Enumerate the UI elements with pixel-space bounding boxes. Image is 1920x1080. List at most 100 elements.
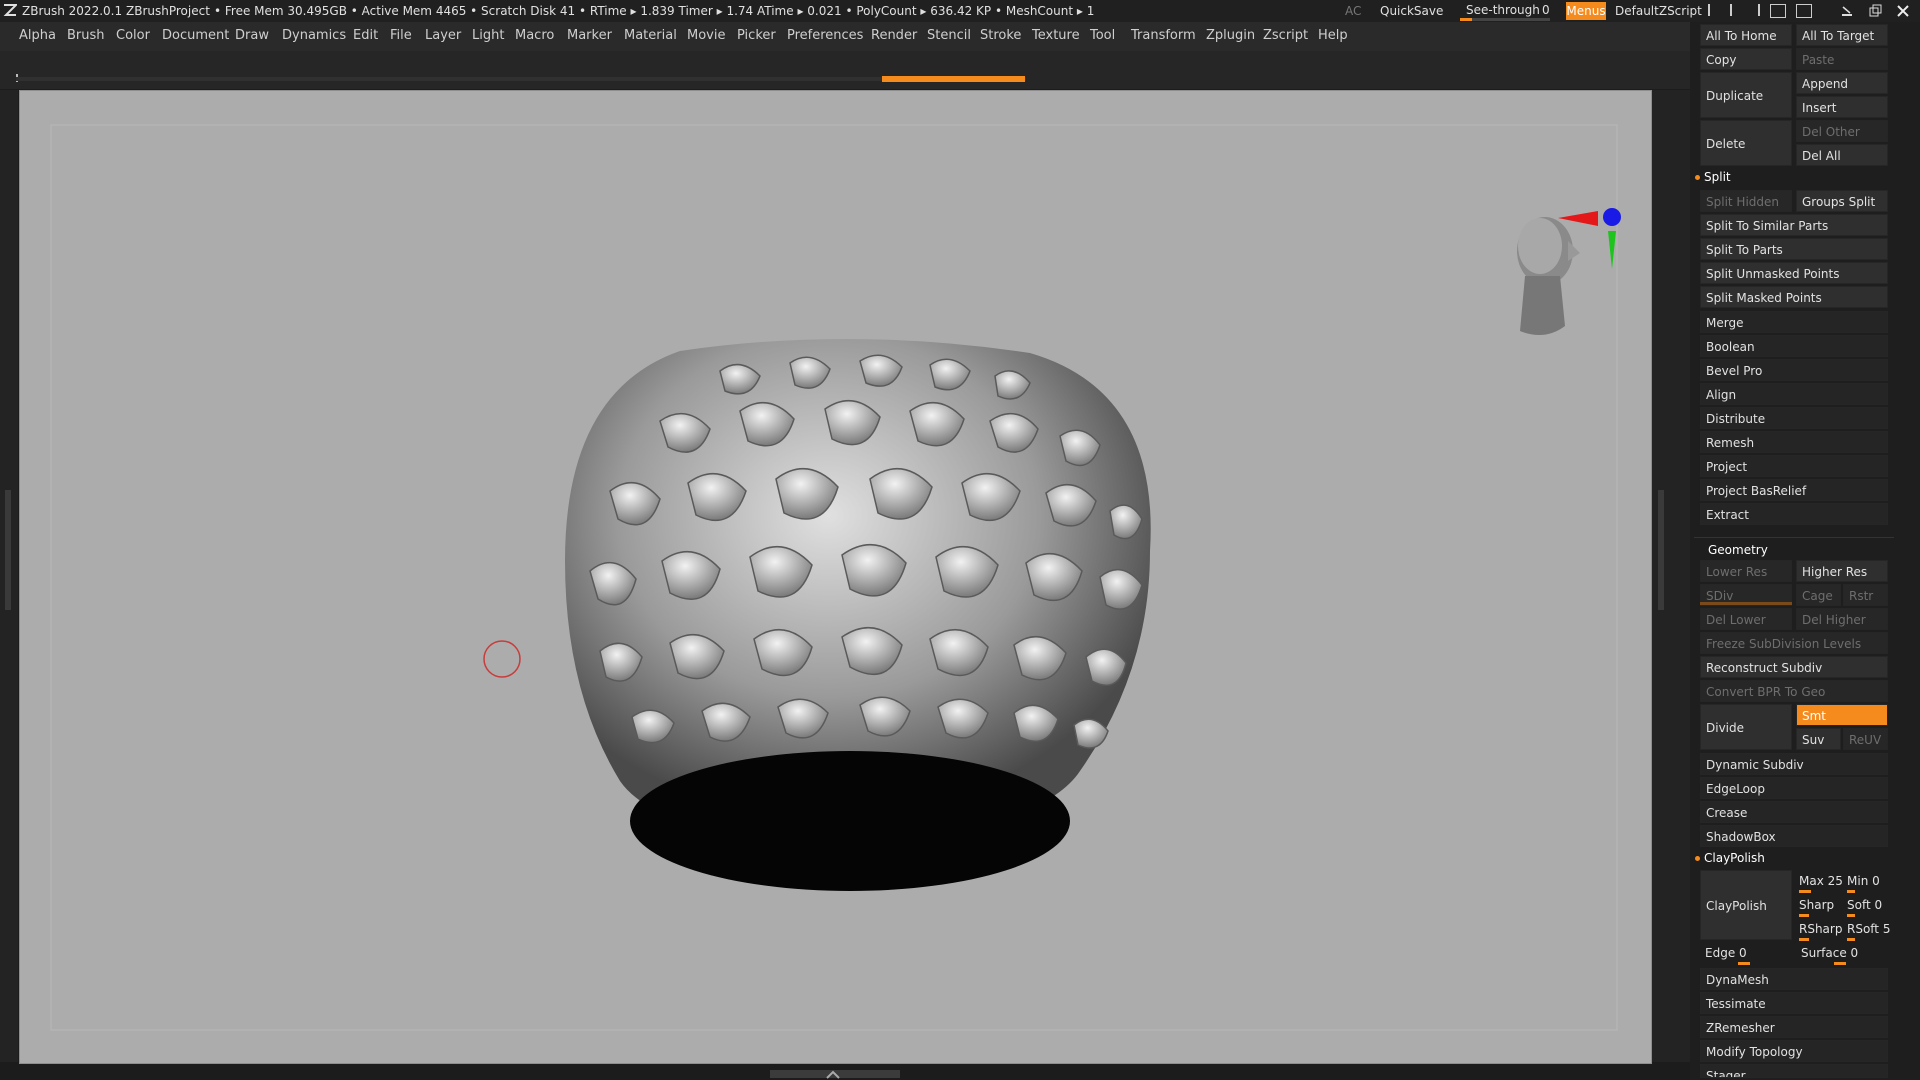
menu-movie[interactable]: Movie [687, 28, 725, 43]
layout-left-icon[interactable] [1708, 4, 1732, 16]
shadowbox-section[interactable]: ShadowBox [1700, 825, 1888, 847]
menu-render[interactable]: Render [871, 28, 917, 43]
sculpt-model[interactable] [20, 91, 1651, 1063]
freeze-subdiv-button[interactable]: Freeze SubDivision Levels [1700, 632, 1888, 654]
menu-zscript[interactable]: Zscript [1263, 28, 1308, 43]
ac-label[interactable]: AC [1345, 4, 1361, 18]
right-tray-handle[interactable] [1658, 490, 1664, 610]
remesh-section[interactable]: Remesh [1700, 431, 1888, 453]
all-to-home-button[interactable]: All To Home [1700, 24, 1792, 46]
split-unmasked-button[interactable]: Split Unmasked Points [1700, 262, 1888, 284]
convert-bpr-button[interactable]: Convert BPR To Geo [1700, 680, 1888, 702]
max-slider[interactable]: Max 25 [1794, 870, 1842, 892]
project-section[interactable]: Project [1700, 455, 1888, 477]
menu-color[interactable]: Color [116, 28, 150, 43]
shelf-tab-bar[interactable] [16, 77, 1026, 81]
min-slider[interactable]: Min 0 [1842, 870, 1890, 892]
menu-draw[interactable]: Draw [235, 28, 269, 43]
boolean-section[interactable]: Boolean [1700, 335, 1888, 357]
layout-right-icon[interactable] [1738, 4, 1760, 16]
zremesher-section[interactable]: ZRemesher [1700, 1016, 1888, 1038]
crease-section[interactable]: Crease [1700, 801, 1888, 823]
document-canvas[interactable] [19, 90, 1652, 1064]
reconstruct-subdiv-button[interactable]: Reconstruct Subdiv [1700, 656, 1888, 678]
shelf-tab-active[interactable] [882, 76, 1025, 82]
menu-material[interactable]: Material [624, 28, 677, 43]
left-tray-handle[interactable] [5, 490, 11, 610]
geometry-header[interactable]: Geometry [1708, 543, 1768, 557]
rsoft-slider[interactable]: RSoft 5 [1842, 918, 1890, 940]
sharp-slider[interactable]: Sharp [1794, 894, 1842, 916]
del-other-button[interactable]: Del Other [1796, 120, 1888, 142]
chevron-updown-icon[interactable] [825, 1070, 845, 1080]
menu-preferences[interactable]: Preferences [787, 28, 863, 43]
menu-transform[interactable]: Transform [1131, 28, 1196, 43]
menu-light[interactable]: Light [472, 28, 504, 43]
project-basrelief-section[interactable]: Project BasRelief [1700, 479, 1888, 501]
all-to-target-button[interactable]: All To Target [1796, 24, 1888, 46]
minimize-icon[interactable] [1840, 4, 1854, 18]
modify-topology-section[interactable]: Modify Topology [1700, 1040, 1888, 1062]
claypolish-section-header[interactable]: ClayPolish [1704, 851, 1765, 865]
menu-help[interactable]: Help [1318, 28, 1348, 43]
paste-button[interactable]: Paste [1796, 48, 1888, 70]
restore-icon[interactable] [1868, 4, 1882, 18]
menu-dynamics[interactable]: Dynamics [282, 28, 346, 43]
divide-button[interactable]: Divide [1700, 704, 1792, 750]
split-hidden-button[interactable]: Split Hidden [1700, 190, 1792, 212]
project-name[interactable]: ZBrushProject [126, 4, 210, 18]
menu-document[interactable]: Document [162, 28, 229, 43]
menu-zplugin[interactable]: Zplugin [1206, 28, 1255, 43]
split-masked-button[interactable]: Split Masked Points [1700, 286, 1888, 308]
suv-toggle[interactable]: Suv [1796, 728, 1841, 750]
edge-slider[interactable]: Edge 0 [1700, 942, 1792, 964]
menus-toggle[interactable]: Menus [1566, 2, 1606, 20]
del-all-button[interactable]: Del All [1796, 144, 1888, 166]
higher-res-button[interactable]: Higher Res [1796, 560, 1888, 582]
menu-stroke[interactable]: Stroke [980, 28, 1021, 43]
copy-button[interactable]: Copy [1700, 48, 1792, 70]
dynamesh-section[interactable]: DynaMesh [1700, 968, 1888, 990]
extract-section[interactable]: Extract [1700, 503, 1888, 525]
distribute-section[interactable]: Distribute [1700, 407, 1888, 429]
split-similar-button[interactable]: Split To Similar Parts [1700, 214, 1888, 236]
surface-slider[interactable]: Surface 0 [1796, 942, 1888, 964]
close-icon[interactable] [1896, 4, 1910, 18]
delete-button[interactable]: Delete [1700, 120, 1792, 166]
menu-layer[interactable]: Layer [425, 28, 461, 43]
groups-split-button[interactable]: Groups Split [1796, 190, 1888, 212]
seethrough-slider[interactable]: See-through 0 [1460, 2, 1555, 21]
window-layout-icon[interactable] [1770, 4, 1786, 18]
menu-tool[interactable]: Tool [1090, 28, 1115, 43]
bevel-pro-section[interactable]: Bevel Pro [1700, 359, 1888, 381]
append-button[interactable]: Append [1796, 72, 1888, 94]
reuv-toggle[interactable]: ReUV [1843, 728, 1888, 750]
rstr-button[interactable]: Rstr [1843, 584, 1888, 606]
soft-slider[interactable]: Soft 0 [1842, 894, 1890, 916]
split-section-header[interactable]: Split [1704, 170, 1731, 184]
menu-picker[interactable]: Picker [737, 28, 776, 43]
menu-marker[interactable]: Marker [567, 28, 612, 43]
edgeloop-section[interactable]: EdgeLoop [1700, 777, 1888, 799]
menu-edit[interactable]: Edit [353, 28, 378, 43]
window-arrange-icon[interactable] [1796, 4, 1812, 18]
del-lower-button[interactable]: Del Lower [1700, 608, 1792, 630]
claypolish-button[interactable]: ClayPolish [1700, 870, 1792, 940]
default-zscript-button[interactable]: DefaultZScript [1615, 4, 1702, 18]
menu-macro[interactable]: Macro [515, 28, 554, 43]
menu-texture[interactable]: Texture [1032, 28, 1080, 43]
split-parts-button[interactable]: Split To Parts [1700, 238, 1888, 260]
dynamic-subdiv-section[interactable]: Dynamic Subdiv [1700, 753, 1888, 775]
tessimate-section[interactable]: Tessimate [1700, 992, 1888, 1014]
stager-section[interactable]: Stager [1700, 1064, 1888, 1078]
menu-stencil[interactable]: Stencil [927, 28, 971, 43]
menu-file[interactable]: File [390, 28, 412, 43]
menu-alpha[interactable]: Alpha [19, 28, 56, 43]
insert-button[interactable]: Insert [1796, 96, 1888, 118]
lower-res-button[interactable]: Lower Res [1700, 560, 1792, 582]
align-section[interactable]: Align [1700, 383, 1888, 405]
merge-section[interactable]: Merge [1700, 311, 1888, 333]
smt-toggle[interactable]: Smt [1796, 704, 1888, 726]
duplicate-button[interactable]: Duplicate [1700, 72, 1792, 118]
rsharp-slider[interactable]: RSharp [1794, 918, 1842, 940]
